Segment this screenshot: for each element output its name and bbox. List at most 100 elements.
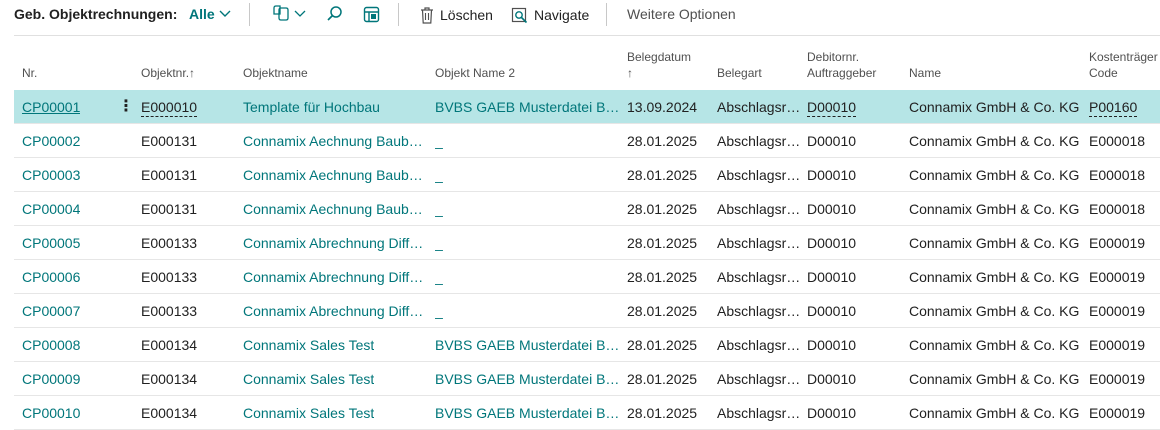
row-objekt-name2[interactable]: _ (435, 133, 443, 150)
row-objekt-name2[interactable]: _ (435, 201, 443, 218)
more-options-button[interactable]: Weitere Optionen (627, 6, 736, 22)
row-nr-link[interactable]: CP00006 (22, 269, 80, 286)
row-debitornr[interactable]: D00010 (807, 405, 856, 422)
row-objektname[interactable]: Connamix Aechnung Baube… (243, 133, 428, 150)
row-nr-link[interactable]: CP00004 (22, 201, 80, 218)
row-debitornr[interactable]: D00010 (807, 99, 857, 117)
row-objektnr[interactable]: E000134 (141, 371, 197, 388)
row-kostentraeger[interactable]: E000019 (1089, 303, 1145, 320)
row-nr-link[interactable]: CP00002 (22, 133, 80, 150)
row-belegdatum: 13.09.2024 (627, 99, 698, 115)
row-objektnr[interactable]: E000133 (141, 235, 197, 252)
column-header-objekt-name2[interactable]: Objekt Name 2 (435, 65, 515, 81)
row-objektname[interactable]: Connamix Sales Test (243, 405, 374, 422)
row-objektname[interactable]: Connamix Aechnung Baube… (243, 167, 428, 184)
row-objekt-name2[interactable]: _ (435, 303, 443, 320)
row-nr-link[interactable]: CP00001 (22, 99, 80, 116)
row-kostentraeger[interactable]: E000019 (1089, 269, 1145, 286)
table-row[interactable]: CP00001 E000010 Template für Hochbau BVBS G… (14, 90, 1160, 124)
column-header-belegdatum[interactable]: Belegdatum ↑ (627, 49, 691, 81)
row-kostentraeger[interactable]: E000019 (1089, 337, 1145, 354)
table-row[interactable]: CP00003 E000131 Connamix Aechnung Baube… _ 2… (14, 158, 1160, 192)
delete-button[interactable]: Löschen (420, 4, 493, 26)
views-button[interactable] (271, 4, 306, 24)
row-objektnr[interactable]: E000131 (141, 167, 197, 184)
row-objekt-name2[interactable]: _ (435, 235, 443, 252)
row-debitornr[interactable]: D00010 (807, 303, 856, 320)
row-objektname[interactable]: Connamix Aechnung Baube… (243, 201, 428, 218)
row-debitornr[interactable]: D00010 (807, 269, 856, 286)
row-kostentraeger[interactable]: E000018 (1089, 201, 1145, 218)
row-nr-link[interactable]: CP00005 (22, 235, 80, 252)
row-belegdatum: 28.01.2025 (627, 269, 698, 285)
row-belegdatum: 28.01.2025 (627, 235, 698, 251)
row-kostentraeger[interactable]: E000018 (1089, 167, 1145, 184)
column-header-label: Kostenträger (1089, 50, 1158, 64)
column-header-objektnr[interactable]: Objektnr.↑ (141, 65, 195, 81)
row-objektnr[interactable]: E000134 (141, 405, 197, 422)
row-debitornr[interactable]: D00010 (807, 337, 856, 354)
row-objektnr[interactable]: E000134 (141, 337, 197, 354)
row-objektname[interactable]: Template für Hochbau (243, 99, 380, 116)
navigate-label: Navigate (534, 7, 590, 23)
column-header-label: Auftraggeber (807, 66, 877, 80)
table-row[interactable]: CP00008 E000134 Connamix Sales Test BVBS GA… (14, 328, 1160, 362)
row-objektname[interactable]: Connamix Abrechnung Diffe… (243, 235, 428, 252)
table-row[interactable]: CP00007 E000133 Connamix Abrechnung Diffe…… (14, 294, 1160, 328)
table-row[interactable]: CP00002 E000131 Connamix Aechnung Baube… _ 2… (14, 124, 1160, 158)
table-row[interactable]: CP00006 E000133 Connamix Abrechnung Diffe…… (14, 260, 1160, 294)
row-objektnr[interactable]: E000133 (141, 303, 197, 320)
row-name: Connamix GmbH & Co. KG (909, 371, 1080, 387)
row-objektnr[interactable]: E000010 (141, 99, 198, 117)
row-kostentraeger[interactable]: P00160 (1089, 99, 1138, 117)
row-belegart: Abschlagsr… (717, 405, 801, 421)
navigate-button[interactable]: Navigate (511, 4, 589, 26)
row-debitornr[interactable]: D00010 (807, 167, 856, 184)
row-debitornr[interactable]: D00010 (807, 235, 856, 252)
row-kostentraeger[interactable]: E000018 (1089, 133, 1145, 150)
row-objektnr[interactable]: E000131 (141, 201, 197, 218)
row-belegdatum: 28.01.2025 (627, 133, 698, 149)
row-actions-icon[interactable]: ⋮ (118, 96, 134, 116)
row-kostentraeger[interactable]: E000019 (1089, 235, 1145, 252)
views-icon (273, 5, 289, 21)
row-objekt-name2[interactable]: BVBS GAEB Musterdatei Bau… (435, 337, 621, 354)
row-objektname[interactable]: Connamix Sales Test (243, 371, 374, 388)
table-row[interactable]: CP00009 E000134 Connamix Sales Test BVBS GA… (14, 362, 1160, 396)
column-header-nr[interactable]: Nr. (22, 65, 37, 81)
row-objektname[interactable]: Connamix Abrechnung Diffe… (243, 269, 428, 286)
row-objekt-name2[interactable]: BVBS GAEB Musterdatei Bau… (435, 405, 621, 422)
column-header-belegart[interactable]: Belegart (717, 65, 762, 81)
row-objektname[interactable]: Connamix Abrechnung Diffe… (243, 303, 428, 320)
row-nr-link[interactable]: CP00009 (22, 371, 80, 388)
sort-arrow-icon: ↑ (627, 66, 633, 80)
row-objektnr[interactable]: E000133 (141, 269, 197, 286)
row-objekt-name2[interactable]: BVBS GAEB Musterdatei Bau… (435, 99, 621, 116)
row-nr-link[interactable]: CP00007 (22, 303, 80, 320)
row-objekt-name2[interactable]: BVBS GAEB Musterdatei Bau… (435, 371, 621, 388)
column-header-name[interactable]: Name (909, 65, 941, 81)
column-header-kostentraeger[interactable]: Kostenträger Code (1089, 49, 1158, 81)
open-in-excel-button[interactable] (363, 4, 380, 24)
table-row[interactable]: CP00010 E000134 Connamix Sales Test BVBS GA… (14, 396, 1160, 430)
column-header-objektname[interactable]: Objektname (243, 65, 308, 81)
row-kostentraeger[interactable]: E000019 (1089, 405, 1145, 422)
row-objektname[interactable]: Connamix Sales Test (243, 337, 374, 354)
view-filter-dropdown[interactable]: Alle (189, 6, 231, 22)
row-objekt-name2[interactable]: _ (435, 167, 443, 184)
row-nr-link[interactable]: CP00010 (22, 405, 80, 422)
row-kostentraeger[interactable]: E000019 (1089, 371, 1145, 388)
row-objekt-name2[interactable]: _ (435, 269, 443, 286)
row-objektnr[interactable]: E000131 (141, 133, 197, 150)
search-icon (327, 6, 342, 21)
search-button[interactable] (326, 4, 344, 24)
row-nr-link[interactable]: CP00008 (22, 337, 80, 354)
trash-icon (421, 6, 433, 24)
table-row[interactable]: CP00004 E000131 Connamix Aechnung Baube… _ 2… (14, 192, 1160, 226)
row-debitornr[interactable]: D00010 (807, 201, 856, 218)
row-nr-link[interactable]: CP00003 (22, 167, 80, 184)
column-header-debitornr[interactable]: Debitornr. Auftraggeber (807, 49, 876, 81)
table-row[interactable]: CP00005 E000133 Connamix Abrechnung Diffe…… (14, 226, 1160, 260)
row-debitornr[interactable]: D00010 (807, 371, 856, 388)
row-debitornr[interactable]: D00010 (807, 133, 856, 150)
